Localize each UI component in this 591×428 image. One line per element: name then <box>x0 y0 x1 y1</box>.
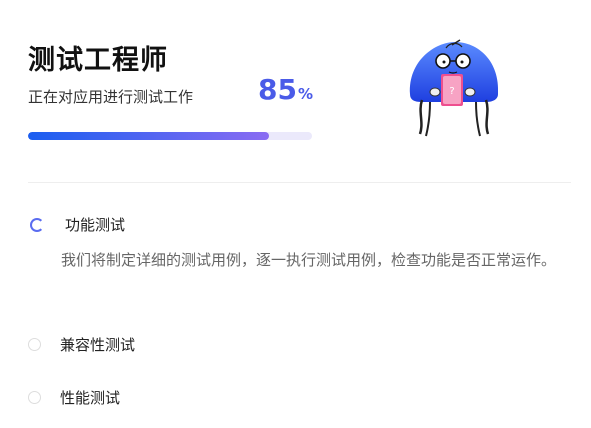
divider <box>28 182 571 183</box>
loading-spinner-icon <box>30 217 44 232</box>
mascot-illustration: ? <box>409 39 499 137</box>
progress-bar <box>28 132 312 140</box>
progress-unit: % <box>297 85 313 103</box>
mascot-badge: ? <box>449 86 454 97</box>
step-label: 功能测试 <box>65 216 126 234</box>
pending-circle-icon <box>28 391 41 404</box>
step-label: 兼容性测试 <box>60 336 136 354</box>
progress-value: 85 <box>258 73 297 106</box>
step-functional-testing: 功能测试 <box>28 214 125 235</box>
progress-bar-fill <box>28 132 270 140</box>
step-performance-testing: 性能测试 <box>28 387 120 408</box>
status-text: 正在对应用进行测试工作 <box>28 88 194 106</box>
step-compatibility-testing: 兼容性测试 <box>28 334 135 355</box>
progress-percentage: 85% <box>258 73 313 106</box>
step-description: 我们将制定详细的测试用例，逐一执行测试用例，检查功能是否正常运作。 <box>61 251 557 269</box>
page-title: 测试工程师 <box>28 45 168 76</box>
step-label: 性能测试 <box>60 389 121 407</box>
pending-circle-icon <box>28 338 41 351</box>
